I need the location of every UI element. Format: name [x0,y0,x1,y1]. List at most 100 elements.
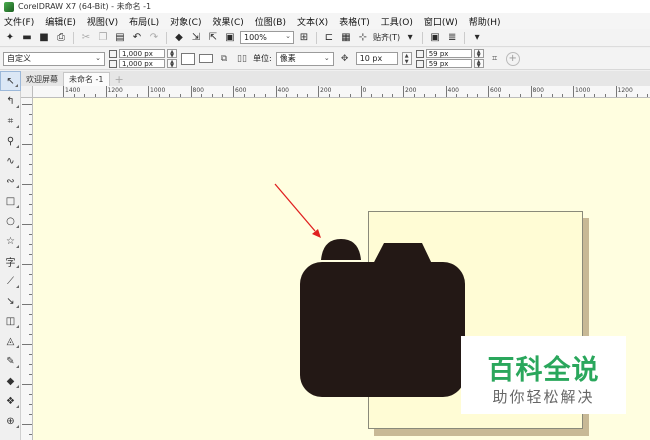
landscape-orientation-button[interactable] [199,54,213,63]
full-screen-preview-icon[interactable]: ⊞ [297,31,311,45]
show-rulers-icon[interactable]: ⊏ [322,31,336,45]
ruler-tick [339,94,341,97]
page-width-field[interactable]: 1,000 px [119,49,165,58]
vertical-ruler[interactable] [21,98,33,440]
page-dimensions: 1,000 px ▲ ▼ 1,000 px ▲ ▼ [109,49,177,69]
text-tool-icon[interactable]: 字 [0,251,21,271]
duplicate-y-icon [415,59,424,68]
menu-tools[interactable]: 工具(O) [381,15,413,28]
chevron-down-icon[interactable]: ▾ [403,31,417,45]
polygon-tool-icon[interactable]: ☆ [0,231,21,251]
drop-shadow-tool-icon[interactable]: ◫ [0,311,21,331]
duplicate-x-field[interactable]: 59 px [425,49,472,58]
menu-edit[interactable]: 编辑(E) [45,15,76,28]
toolbox: ↖ ↰ ⌗ ⚲ ∿ ∾ □ ○ ☆ 字 ⟋ ↘ ◫ ◬ ✎ ◆ ❖ ⊕ [0,71,21,440]
duplicate-y-field[interactable]: 59 px [425,59,472,68]
current-page-icon[interactable]: ▯▯ [235,52,249,66]
paste-icon[interactable]: ▤ [113,31,127,45]
ruler-tick-label: 1400 [65,87,81,94]
more-tools-icon[interactable]: ⊕ [0,411,21,431]
menu-bitmaps[interactable]: 位图(B) [255,15,286,28]
new-document-icon[interactable]: ✦ [3,31,17,45]
ruler-tick [22,344,32,345]
freehand-tool-icon[interactable]: ∿ [0,151,21,171]
save-icon[interactable]: ■ [37,31,51,45]
menu-view[interactable]: 视图(V) [87,15,118,28]
add-icon[interactable]: + [505,51,520,66]
ruler-tick [222,94,224,97]
smart-fill-icon[interactable]: ❖ [0,391,21,411]
menu-help[interactable]: 帮助(H) [469,15,501,28]
options-icon[interactable]: ▣ [428,31,442,45]
interactive-fill-icon[interactable]: ◆ [0,371,21,391]
width-spinner[interactable]: ▲ ▼ [167,49,177,59]
menu-layout[interactable]: 布局(L) [129,15,159,28]
horizontal-ruler[interactable]: 1400 1200 1000 800 600 400 200 0 200 400 600 800 100… [33,86,650,98]
ruler-tick [626,94,628,97]
cut-icon[interactable]: ✂ [79,31,93,45]
application-launcher-icon[interactable]: ≣ [445,31,459,45]
ruler-tick [29,244,32,245]
ruler-origin[interactable] [21,86,33,98]
zoom-level-select[interactable]: 100% ⌄ [240,31,294,44]
menu-table[interactable]: 表格(T) [339,15,370,28]
portrait-orientation-button[interactable] [181,52,195,65]
transparency-tool-icon[interactable]: ◬ [0,331,21,351]
zoom-tool-icon[interactable]: ⚲ [0,131,21,151]
units-select[interactable]: 像素 ⌄ [275,51,334,66]
ruler-tick [211,94,213,97]
connector-tool-icon[interactable]: ↘ [0,291,21,311]
units-label: 单位: [253,54,272,63]
duplicate-y-spinner[interactable]: ▲ ▼ [473,59,484,69]
redo-icon[interactable]: ↷ [147,31,161,45]
import-icon[interactable]: ⇲ [189,31,203,45]
ruler-tick-label: 200 [320,87,332,94]
height-spinner[interactable]: ▲ ▼ [167,59,177,69]
search-content-icon[interactable]: ◆ [172,31,186,45]
page-preset-select[interactable]: 自定义 ⌄ [3,51,105,66]
ruler-tick [29,434,32,435]
camera-flash-shape[interactable] [321,239,361,260]
undo-icon[interactable]: ↶ [130,31,144,45]
nudge-distance-field[interactable]: 10 px [355,52,398,65]
tab-untitled-document[interactable]: 未命名 -1 [63,72,110,86]
rectangle-tool-icon[interactable]: □ [0,191,21,211]
menu-window[interactable]: 窗口(W) [424,15,458,28]
eyedropper-tool-icon[interactable]: ✎ [0,351,21,371]
print-icon[interactable]: ⎙ [54,31,68,45]
menu-text[interactable]: 文本(X) [297,15,328,28]
nudge-spinner[interactable]: ▲ ▼ [401,52,412,65]
ruler-tick [296,94,298,97]
ruler-tick [360,86,362,97]
new-tab-icon[interactable]: + [110,73,129,86]
camera-body-shape[interactable] [300,262,465,397]
menu-file[interactable]: 文件(F) [4,15,34,28]
duplicate-x-spinner[interactable]: ▲ ▼ [473,49,484,59]
pick-tool-icon[interactable]: ↖ [0,71,21,91]
all-pages-icon[interactable]: ⧉ [217,52,231,66]
ruler-tick [233,86,234,97]
shape-tool-icon[interactable]: ↰ [0,91,21,111]
nudge-icon: ✥ [340,53,349,64]
customize-icon[interactable]: ▾ [470,31,484,45]
ellipse-tool-icon[interactable]: ○ [0,211,21,231]
snap-to-dropdown[interactable]: 贴齐(T) [373,32,400,43]
export-icon[interactable]: ⇱ [206,31,220,45]
copy-icon[interactable]: ❐ [96,31,110,45]
show-guidelines-icon[interactable]: ⊹ [356,31,370,45]
treat-as-filled-icon[interactable]: ⌗ [488,52,502,66]
show-grid-icon[interactable]: ▦ [339,31,353,45]
menu-effects[interactable]: 效果(C) [212,15,243,28]
crop-tool-icon[interactable]: ⌗ [0,111,21,131]
ruler-tick [29,394,32,395]
units-value: 像素 [279,54,296,63]
drawing-canvas[interactable]: 百科全说 助你轻松解决 [33,98,650,440]
open-folder-icon[interactable]: ▬ [20,31,34,45]
artistic-media-icon[interactable]: ∾ [0,171,21,191]
ruler-tick [29,214,32,215]
parallel-dimension-icon[interactable]: ⟋ [0,271,21,291]
menu-object[interactable]: 对象(C) [170,15,201,28]
publish-pdf-icon[interactable]: ▣ [223,31,237,45]
page-height-field[interactable]: 1,000 px [119,59,165,68]
tab-welcome-screen[interactable]: 欢迎屏幕 [21,72,63,86]
